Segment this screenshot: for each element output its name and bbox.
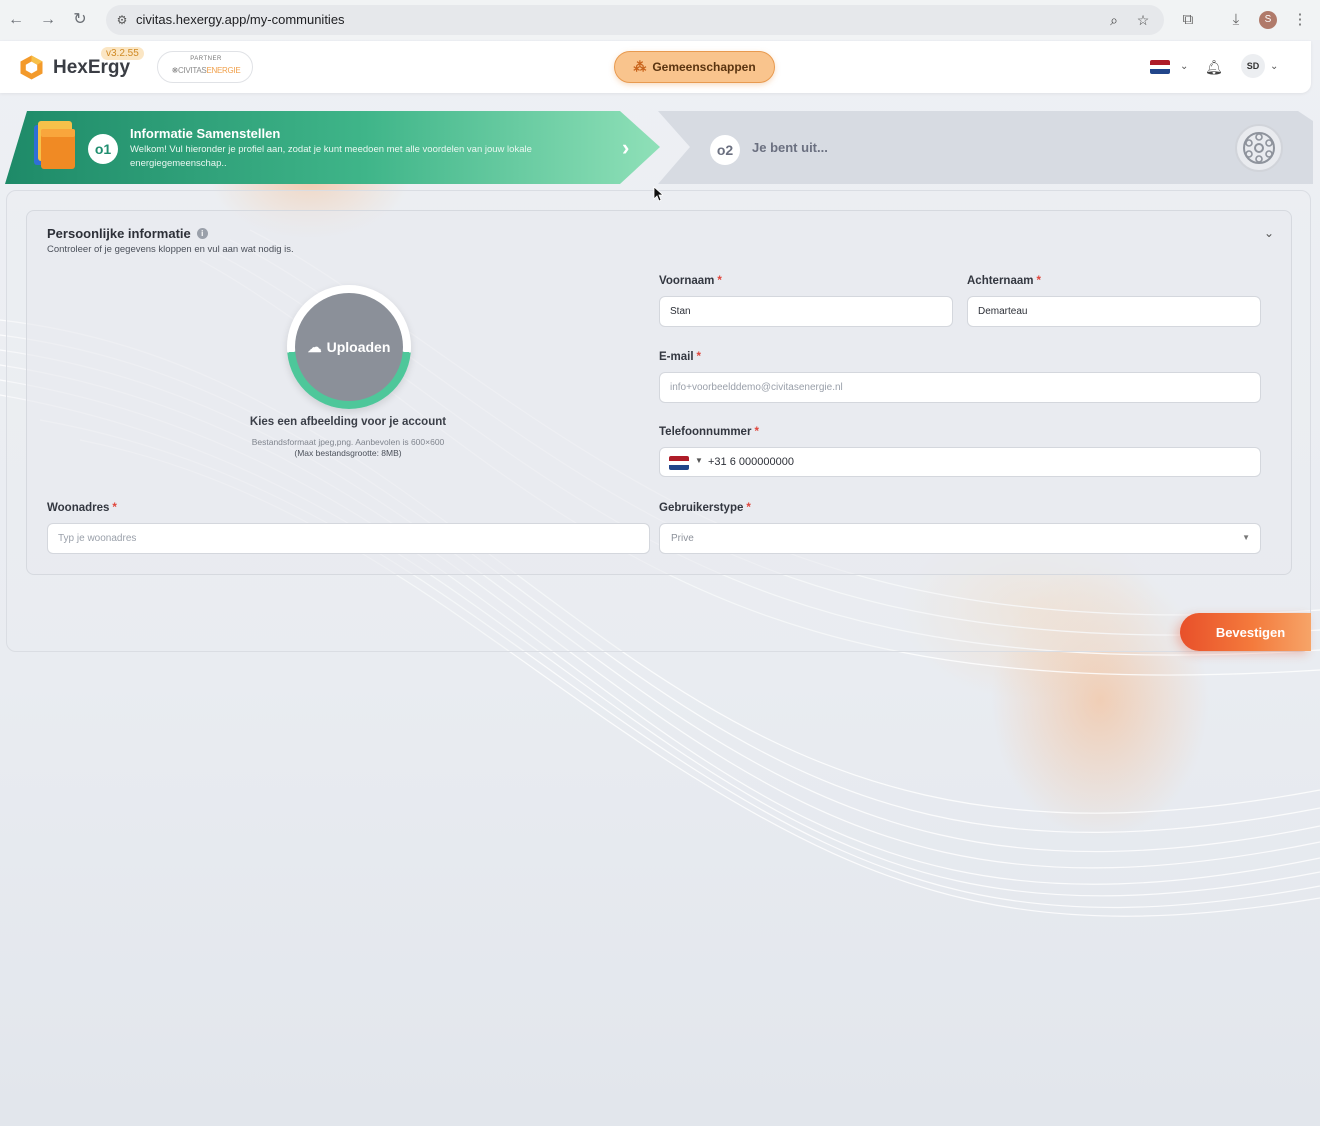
cloud-upload-icon: ☁︎	[307, 338, 322, 355]
first-name-field[interactable]	[659, 296, 953, 327]
select-chevron-down-icon: ▼	[1242, 533, 1250, 542]
forward-icon[interactable]: →	[38, 10, 58, 30]
bookmark-star-icon[interactable]: ☆	[1134, 11, 1152, 29]
download-icon[interactable]: ⤓	[1226, 10, 1246, 30]
partner-badge: PARTNER ❋CIVITASENERGIE	[157, 51, 253, 83]
confirm-button-label: Bevestigen	[1215, 624, 1286, 640]
upload-button[interactable]: ☁︎ Uploaden	[295, 293, 403, 401]
section-subtitle: Controleer of je gegevens kloppen en vul…	[47, 244, 294, 255]
country-chevron-down-icon[interactable]: ▼	[695, 456, 703, 465]
phone-label: Telefoonnummer *	[659, 426, 759, 438]
browser-profile-avatar[interactable]: S	[1259, 11, 1277, 29]
browser-toolbar: ← → ↻ ⚙ civitas.hexergy.app/my-communiti…	[0, 0, 1320, 40]
partner-logo-text: ❋CIVITASENERGIE	[171, 66, 241, 75]
app-header: HexErgy v3.2.55 PARTNER ❋CIVITASENERGIE …	[0, 41, 1311, 93]
reload-icon[interactable]: ↻	[70, 10, 90, 30]
country-flag-icon[interactable]	[669, 456, 689, 470]
step-2-title: Je bent uit...	[752, 140, 828, 155]
extensions-icon[interactable]: ⧉	[1178, 10, 1198, 30]
last-name-field[interactable]	[967, 296, 1261, 327]
phone-input[interactable]	[708, 449, 1248, 475]
browser-menu-icon[interactable]: ⋮	[1290, 10, 1310, 30]
upload-button-label: Uploaden	[326, 339, 391, 355]
first-name-label: Voornaam *	[659, 275, 722, 287]
step-1-active[interactable]: o1 Informatie Samenstellen Welkom! Vul h…	[5, 111, 660, 184]
address-bar[interactable]: ⚙ civitas.hexergy.app/my-communities ⌕ ☆	[106, 5, 1164, 35]
brand-name[interactable]: HexErgy	[53, 57, 130, 79]
communities-button-label: Gemeenschappen	[652, 60, 756, 74]
version-badge: v3.2.55	[101, 47, 144, 60]
zoom-icon[interactable]: ⌕	[1105, 11, 1123, 29]
section-title: Persoonlijke informatie i	[47, 226, 208, 241]
address-label: Woonadres *	[47, 502, 117, 514]
collapse-chevron-down-icon[interactable]: ⌄	[1264, 226, 1274, 240]
chevron-right-icon: ›	[622, 135, 630, 160]
language-flag-icon[interactable]	[1150, 60, 1170, 74]
upload-caption: Kies een afbeelding voor je account	[249, 416, 447, 428]
upload-size-hint: (Max bestandsgrootte: 8MB)	[294, 448, 402, 458]
back-icon[interactable]: ←	[6, 10, 26, 30]
community-network-icon	[1235, 124, 1283, 172]
url-text[interactable]: civitas.hexergy.app/my-communities	[136, 12, 345, 27]
email-label: E-mail *	[659, 351, 701, 363]
communities-button[interactable]: ⁂ Gemeenschappen	[614, 51, 775, 83]
step-1-number: o1	[88, 134, 118, 164]
user-type-select[interactable]: Prive ▼	[659, 523, 1261, 554]
language-chevron-down-icon[interactable]: ⌄	[1180, 61, 1188, 72]
step-1-description: Welkom! Vul hieronder je profiel aan, zo…	[130, 144, 532, 169]
site-settings-icon[interactable]: ⚙	[114, 12, 130, 28]
step-1-title: Informatie Samenstellen	[130, 126, 281, 141]
mouse-cursor-icon	[653, 186, 663, 202]
folder-icon	[34, 121, 75, 169]
community-icon: ⁂	[633, 59, 647, 74]
hexergy-logo-icon[interactable]	[18, 54, 45, 81]
phone-field[interactable]: ▼	[659, 447, 1261, 477]
step-2-inactive[interactable]: o2 Je bent uit...	[658, 111, 1313, 184]
avatar-upload-ring: ☁︎ Uploaden	[287, 285, 411, 409]
last-name-label: Achternaam *	[967, 275, 1041, 287]
partner-label: PARTNER	[190, 56, 222, 62]
info-icon[interactable]: i	[196, 228, 208, 239]
user-avatar[interactable]: SD	[1241, 54, 1265, 78]
notification-bell-icon[interactable]: 🔔︎	[1205, 59, 1223, 76]
confirm-button[interactable]: Bevestigen	[1180, 613, 1311, 651]
step-2-number: o2	[710, 135, 740, 165]
upload-format-hint: Bestandsformaat jpeg,png. Aanbevolen is …	[251, 437, 445, 447]
account-chevron-down-icon[interactable]: ⌄	[1270, 61, 1278, 72]
user-type-value: Prive	[671, 533, 694, 544]
address-field[interactable]	[47, 523, 650, 554]
email-field[interactable]	[659, 372, 1261, 403]
user-type-label: Gebruikerstype *	[659, 502, 751, 514]
